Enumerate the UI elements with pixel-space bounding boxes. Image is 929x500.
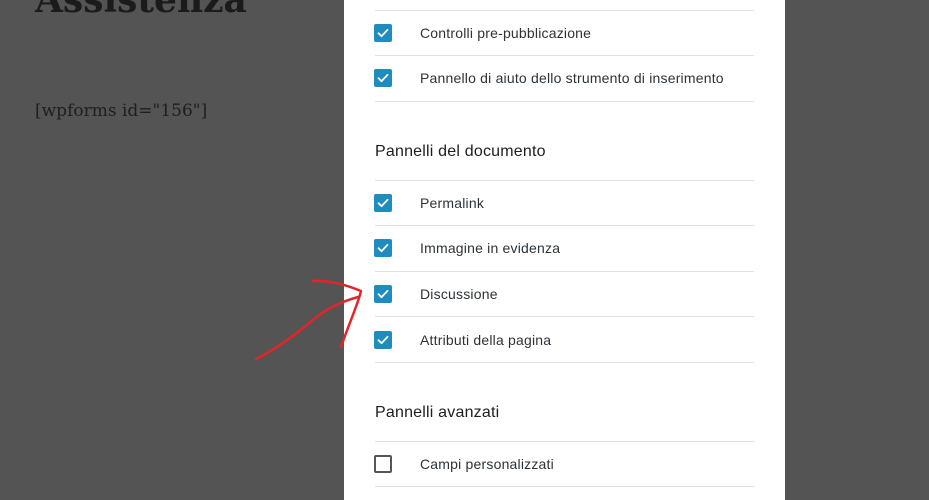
option-featured-image[interactable]: Immagine in evidenza [374,234,754,262]
divider [375,180,754,181]
option-label: Permalink [420,195,485,211]
checkmark-icon [377,73,389,83]
option-label: Attributi della pagina [420,332,552,348]
option-label: Immagine in evidenza [420,240,561,256]
checkmark-icon [377,243,389,253]
divider [375,486,754,487]
checkmark-icon [377,289,389,299]
option-label: Discussione [420,286,498,302]
checkmark-icon [377,28,389,38]
preferences-modal: Controlli pre-pubblicazione Pannello di … [344,0,785,500]
option-custom-fields[interactable]: Campi personalizzati [374,450,754,478]
divider [375,101,754,102]
checkbox[interactable] [374,239,392,257]
section-title-document-panels: Pannelli del documento [375,143,546,160]
option-label: Campi personalizzati [420,456,554,472]
page-title: Assistenza [35,0,247,21]
section-title-advanced-panels: Pannelli avanzati [375,404,500,421]
checkbox[interactable] [374,285,392,303]
option-pre-publish-checks[interactable]: Controlli pre-pubblicazione [374,19,754,47]
option-inserter-help-panel[interactable]: Pannello di aiuto dello strumento di ins… [374,64,754,92]
option-permalink[interactable]: Permalink [374,189,754,217]
divider [375,441,754,442]
divider [375,362,754,363]
option-label: Pannello di aiuto dello strumento di ins… [420,70,724,86]
checkbox[interactable] [374,69,392,87]
divider [375,225,754,226]
divider [375,10,754,11]
checkmark-icon [377,335,389,345]
checkbox[interactable] [374,194,392,212]
shortcode-text: [wpforms id="156"] [35,101,208,121]
option-label: Controlli pre-pubblicazione [420,25,592,41]
checkbox[interactable] [374,24,392,42]
divider [375,271,754,272]
divider [375,316,754,317]
checkbox[interactable] [374,331,392,349]
checkbox[interactable] [374,455,392,473]
option-page-attributes[interactable]: Attributi della pagina [374,326,754,354]
divider [375,55,754,56]
option-discussion[interactable]: Discussione [374,280,754,308]
checkmark-icon [377,198,389,208]
